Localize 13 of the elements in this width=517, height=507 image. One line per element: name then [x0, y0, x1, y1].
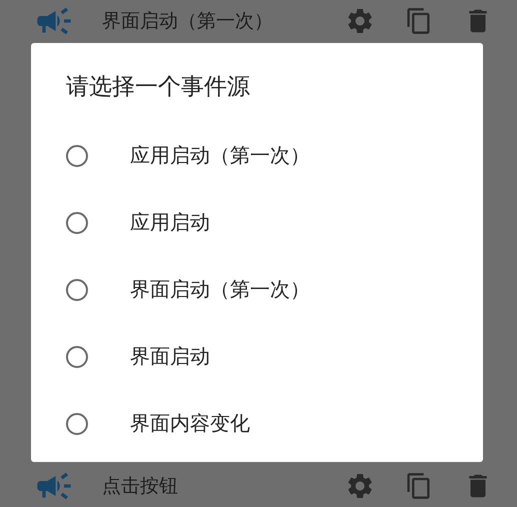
radio-button[interactable] — [66, 278, 88, 300]
option-label[interactable]: 界面启动 — [130, 343, 210, 370]
radio-button[interactable] — [66, 144, 88, 166]
event-title: 界面启动（第一次） — [102, 9, 274, 34]
option-label[interactable]: 界面内容变化 — [130, 410, 250, 437]
option-label[interactable]: 界面启动（第一次） — [130, 276, 310, 303]
radio-button[interactable] — [66, 412, 88, 434]
option-label[interactable]: 应用启动 — [130, 209, 210, 236]
event-title: 点击按钮 — [102, 474, 179, 499]
radio-button[interactable] — [66, 212, 88, 234]
radio-button[interactable] — [66, 346, 88, 368]
option-label[interactable]: 应用启动（第一次） — [130, 142, 310, 169]
dialog-title: 请选择一个事件源 — [66, 73, 251, 102]
